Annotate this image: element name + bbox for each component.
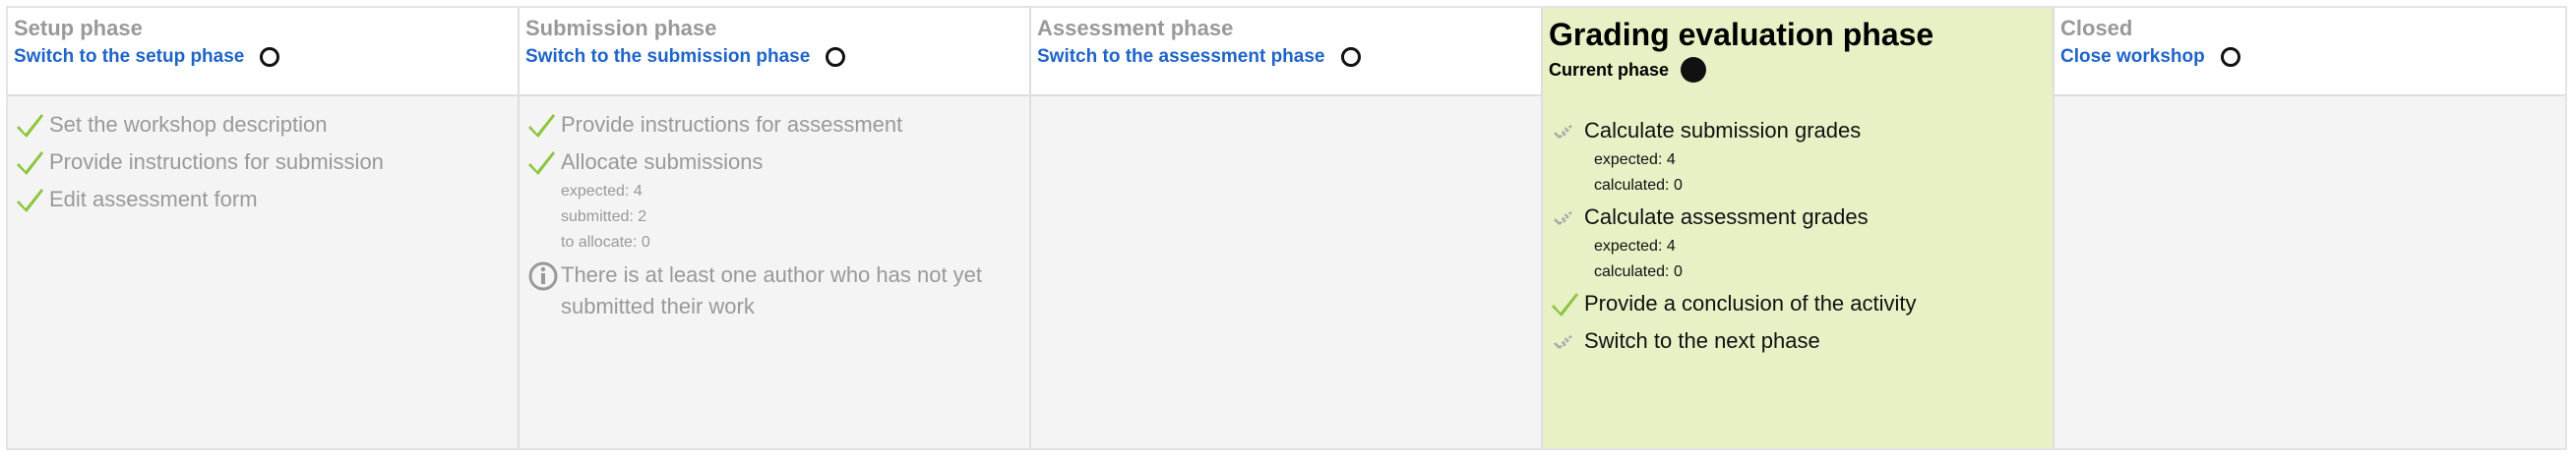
phase-switch: Switch to the setup phase [14,45,510,69]
detail-expected: expected: 4 [561,183,643,200]
phase-switch: Close workshop [2060,45,2557,69]
checkmark-icon [528,151,555,175]
task-label: Edit assessment form [49,187,258,211]
checkmark-icon [1552,293,1578,316]
phase-switch: Switch to the assessment phase [1037,45,1533,69]
info-message: There is at least one author who has not… [561,262,983,318]
task-label: Calculate submission grades [1584,118,1862,143]
todo-check-icon [1554,123,1573,139]
phase-assessment: Assessment phase Switch to the assessmen… [1031,8,1543,448]
phase-header: Closed Close workshop [2055,8,2565,96]
task-item: Provide instructions for assessment [527,110,1021,140]
task-item: Calculate submission grades expected: 4 … [1551,116,2045,202]
phase-tasks: Provide instructions for assessment Allo… [520,96,1029,448]
info-icon [528,261,558,291]
phase-title: Grading evaluation phase [1549,17,1934,52]
phase-header: Submission phase Switch to the submissio… [520,8,1029,96]
task-info: There is at least one author who has not… [527,259,1021,322]
task-item: Calculate assessment grades expected: 4 … [1551,202,2045,289]
switch-to-setup-link[interactable]: Switch to the setup phase [14,45,244,69]
phase-submission: Submission phase Switch to the submissio… [520,8,1031,448]
task-label: Calculate assessment grades [1584,204,1869,229]
detail-expected: expected: 4 [1594,238,1676,255]
detail-calculated: calculated: 0 [1594,177,1683,194]
task-label: Provide instructions for submission [49,149,384,174]
checkmark-icon [17,151,43,175]
todo-check-icon [1554,209,1573,225]
task-details: expected: 4 calculated: 0 [1584,147,1861,199]
task-label: Set the workshop description [49,112,328,137]
workshop-planner: Setup phase Switch to the setup phase Se… [6,6,2567,450]
detail-expected: expected: 4 [1594,151,1676,168]
detail-to-allocate: to allocate: 0 [561,234,650,251]
phase-tasks [2055,96,2565,448]
phase-header: Grading evaluation phase Current phase [1543,8,2053,96]
task-details: expected: 4 calculated: 0 [1584,234,1869,285]
task-item: Allocate submissions expected: 4 submitt… [527,147,1021,259]
switch-phase-circle-icon[interactable] [260,47,280,67]
phase-title: Submission phase [525,16,717,40]
checkmark-icon [528,114,555,138]
phase-title: Setup phase [14,16,143,40]
task-item: Switch to the next phase [1551,326,2045,356]
switch-phase-circle-icon[interactable] [826,47,846,67]
detail-calculated: calculated: 0 [1594,263,1683,280]
task-label: Provide a conclusion of the activity [1584,291,1917,316]
switch-to-submission-link[interactable]: Switch to the submission phase [525,45,810,69]
phase-title: Assessment phase [1037,16,1234,40]
checkmark-icon [17,189,43,212]
phase-grading-evaluation: Grading evaluation phase Current phase C… [1543,8,2055,448]
task-label: Provide instructions for assessment [561,112,903,137]
phase-header: Assessment phase Switch to the assessmen… [1031,8,1541,96]
current-phase-label: Current phase [1549,59,1670,80]
close-workshop-link[interactable]: Close workshop [2060,45,2205,69]
todo-check-icon [1554,333,1573,349]
task-label: Switch to the next phase [1584,328,1820,353]
checkmark-icon [17,114,43,138]
detail-submitted: submitted: 2 [561,208,647,225]
task-item: Set the workshop description [16,110,510,140]
task-item: Provide instructions for submission [16,147,510,177]
phase-switch: Switch to the submission phase [525,45,1021,69]
switch-phase-circle-icon[interactable] [2220,47,2240,67]
switch-to-assessment-link[interactable]: Switch to the assessment phase [1037,45,1325,69]
phase-header: Setup phase Switch to the setup phase [8,8,518,96]
task-details: expected: 4 submitted: 2 to allocate: 0 [561,179,763,256]
task-item: Provide a conclusion of the activity [1551,289,2045,318]
current-phase-dot-icon [1681,57,1707,83]
phase-closed: Closed Close workshop [2055,8,2565,448]
phase-current: Current phase [1549,57,2045,83]
phase-tasks [1031,96,1541,448]
phase-tasks: Calculate submission grades expected: 4 … [1543,96,2053,448]
phase-setup: Setup phase Switch to the setup phase Se… [8,8,520,448]
task-label: Allocate submissions [561,149,764,174]
task-item: Edit assessment form [16,185,510,214]
phase-tasks: Set the workshop description Provide ins… [8,96,518,448]
phase-title: Closed [2060,16,2133,40]
switch-phase-circle-icon[interactable] [1340,47,1361,67]
